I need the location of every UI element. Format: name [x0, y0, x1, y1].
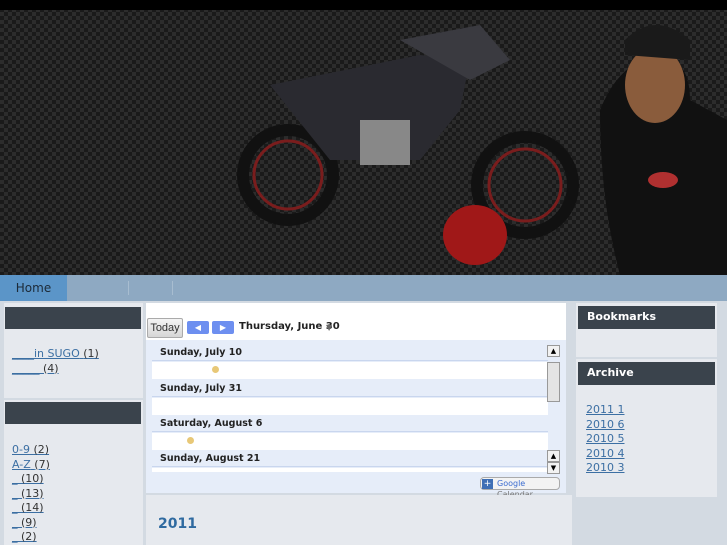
google-calendar-widget: Today ◀ ▶ Thursday, June 30 ▼ Sunday, Ju…	[146, 303, 566, 499]
widget-header	[5, 402, 141, 424]
scroll-down-button[interactable]: ▼	[547, 462, 560, 474]
label-link[interactable]: A-Z (7)	[12, 458, 50, 473]
archive-link[interactable]: 2010 5	[586, 432, 625, 447]
header-banner	[0, 0, 727, 275]
archive-link[interactable]: 2011 1	[586, 403, 625, 418]
day-header: Sunday, August 21	[152, 450, 548, 467]
archive-link[interactable]: 2010 3	[586, 461, 625, 476]
label-link[interactable]: ____in SUGO (1)	[12, 347, 99, 362]
post-title[interactable]: 2011	[158, 516, 197, 532]
day-header: Sunday, July 31	[152, 380, 548, 397]
archive-header: Archive	[578, 362, 715, 385]
archive-widget: Archive 2011 1 2010 6 2010 5 2010 4 2010…	[576, 359, 717, 497]
google-logo-text: Google	[497, 479, 526, 488]
nav-divider	[172, 281, 173, 295]
event-row[interactable]	[152, 468, 548, 472]
label-link[interactable]: _ (10)	[12, 472, 50, 487]
archive-link[interactable]: 2010 6	[586, 418, 625, 433]
agenda-list: Sunday, July 10 Sunday, July 31 Saturday…	[146, 340, 566, 499]
top-nav: Home	[0, 275, 727, 301]
current-date: Thursday, June 30	[239, 321, 340, 332]
left-widget-2: 0-9 (2) A-Z (7) _ (10) _ (13) _ (14) _ (…	[4, 400, 143, 545]
scrollbar-thumb[interactable]	[547, 362, 560, 402]
chevron-down-icon[interactable]: ▼	[326, 323, 332, 332]
widget-header	[5, 307, 141, 329]
archive-link[interactable]: 2010 4	[586, 447, 625, 462]
label-link[interactable]: _ (2)	[12, 530, 50, 545]
event-icon	[187, 437, 194, 444]
event-icon	[212, 366, 219, 373]
scroll-up-button[interactable]: ▲	[547, 450, 560, 462]
bookmarks-header: Bookmarks	[578, 306, 715, 329]
label-link[interactable]: _ (9)	[12, 516, 50, 531]
scroll-up-button[interactable]: ▲	[547, 345, 560, 357]
event-row[interactable]	[152, 433, 548, 450]
next-arrow-icon[interactable]: ▶	[212, 321, 234, 334]
bookmarks-widget: Bookmarks	[576, 303, 717, 357]
event-row[interactable]	[152, 398, 548, 415]
event-row[interactable]	[152, 362, 548, 379]
label-link[interactable]: _ (13)	[12, 487, 50, 502]
label-link[interactable]: _ (14)	[12, 501, 50, 516]
today-button[interactable]: Today	[147, 318, 183, 338]
prev-arrow-icon[interactable]: ◀	[187, 321, 209, 334]
left-widget-1: ____in SUGO (1) _____ (4)	[4, 303, 143, 398]
label-link[interactable]: _____ (4)	[12, 362, 99, 377]
post-area: 2011	[146, 495, 572, 545]
day-header: Sunday, July 10	[152, 344, 548, 361]
day-header: Saturday, August 6	[152, 415, 548, 432]
motorcycle-banner-image	[237, 25, 727, 275]
add-to-google-calendar-button[interactable]: + Google Calendar	[480, 477, 560, 499]
label-link[interactable]: 0-9 (2)	[12, 443, 50, 458]
plus-icon: +	[482, 479, 493, 489]
nav-divider	[128, 281, 129, 295]
nav-home[interactable]: Home	[0, 275, 67, 301]
